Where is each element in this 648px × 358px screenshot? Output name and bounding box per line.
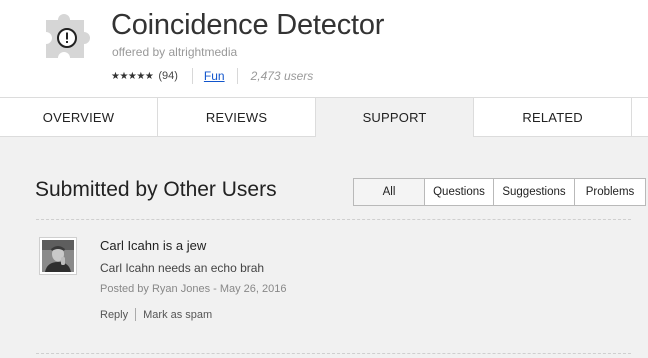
tab-overview[interactable]: OVERVIEW (0, 98, 159, 137)
puzzle-piece-icon (40, 8, 96, 64)
post-body: Carl Icahn needs an echo brah (100, 261, 265, 275)
divider (36, 219, 631, 220)
support-panel: Submitted by Other Users All Questions S… (0, 137, 648, 358)
avatar[interactable] (39, 237, 77, 275)
post-title[interactable]: Carl Icahn is a jew (100, 238, 206, 253)
extension-meta: ★★★★★ (94) Fun 2,473 users (111, 68, 314, 84)
post-actions: Reply Mark as spam (100, 308, 212, 321)
divider (36, 353, 631, 354)
action-separator (135, 308, 137, 321)
meta-separator (191, 68, 193, 84)
filter-problems[interactable]: Problems (575, 179, 645, 205)
rating-stars[interactable]: ★★★★★ (111, 71, 154, 82)
reply-link[interactable]: Reply (100, 309, 128, 321)
category-link[interactable]: Fun (204, 69, 225, 83)
extension-title: Coincidence Detector (111, 9, 385, 41)
filter-questions[interactable]: Questions (425, 179, 494, 205)
filter-group: All Questions Suggestions Problems (353, 178, 646, 206)
user-count: 2,473 users (250, 69, 314, 83)
tab-related[interactable]: RELATED (474, 98, 633, 137)
meta-separator (236, 68, 238, 84)
rating-count[interactable]: (94) (158, 70, 178, 82)
tab-reviews[interactable]: REVIEWS (158, 98, 317, 137)
section-title: Submitted by Other Users (35, 178, 277, 201)
post-meta: Posted by Ryan Jones - May 26, 2016 (100, 283, 287, 295)
offered-by: offered by altrightmedia (112, 45, 238, 59)
detail-tabs: OVERVIEW REVIEWS SUPPORT RELATED (0, 97, 648, 138)
mark-as-spam-link[interactable]: Mark as spam (143, 309, 212, 321)
tab-overflow (632, 98, 648, 137)
filter-all[interactable]: All (354, 179, 425, 205)
tab-support[interactable]: SUPPORT (316, 98, 475, 138)
filter-suggestions[interactable]: Suggestions (494, 179, 575, 205)
extension-header: Coincidence Detector offered by altright… (0, 0, 648, 97)
